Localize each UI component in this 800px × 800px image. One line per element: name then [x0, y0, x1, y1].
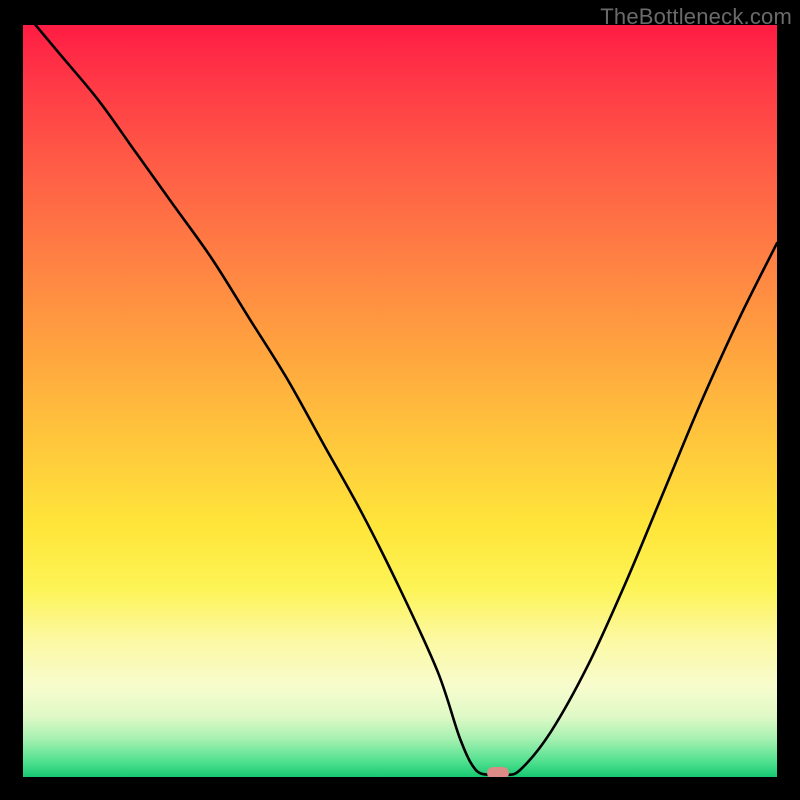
- bottleneck-curve: [23, 25, 777, 777]
- plot-area: [23, 25, 777, 777]
- watermark-text: TheBottleneck.com: [600, 4, 792, 30]
- chart-frame: TheBottleneck.com: [0, 0, 800, 800]
- optimal-marker: [487, 767, 509, 777]
- curve-path: [23, 25, 777, 776]
